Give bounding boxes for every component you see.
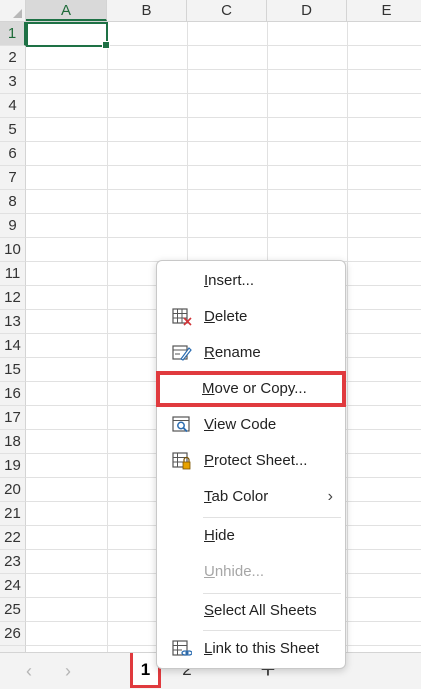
row-header-13[interactable]: 13 [0,310,26,334]
column-header-b[interactable]: B [107,0,187,21]
row-header-25[interactable]: 25 [0,598,26,622]
delete-sheet-icon [172,308,192,326]
menu-item-tab-color[interactable]: Tab Color › [159,480,343,514]
menu-item-label: Move or Copy... [202,380,307,397]
menu-item-rename[interactable]: Rename [159,336,343,370]
menu-item-hide[interactable]: Hide [159,519,343,553]
row-header-9[interactable]: 9 [0,214,26,238]
sheet-tab-context-menu: Insert... Delete Rename Move or Copy... [156,260,346,669]
gridline [26,189,421,190]
row-header-20[interactable]: 20 [0,478,26,502]
select-all-corner[interactable] [0,0,26,21]
row-header-4[interactable]: 4 [0,94,26,118]
gridline [26,237,421,238]
protect-sheet-lock-icon [172,452,191,470]
row-header-17[interactable]: 17 [0,406,26,430]
row-header-21[interactable]: 21 [0,502,26,526]
menu-item-delete[interactable]: Delete [159,300,343,334]
menu-item-insert[interactable]: Insert... [159,264,343,298]
menu-item-label: Unhide... [204,563,265,580]
menu-item-label: Insert... [204,272,255,289]
row-header-1[interactable]: 1 [0,22,26,46]
rename-sheet-icon [172,345,192,361]
gridline [26,165,421,166]
row-header-5[interactable]: 5 [0,118,26,142]
menu-item-label: Delete [204,308,248,325]
view-code-icon [172,416,190,433]
row-header-8[interactable]: 8 [0,190,26,214]
menu-item-label: Protect Sheet... [204,452,308,469]
row-header-14[interactable]: 14 [0,334,26,358]
gridline [26,141,421,142]
next-sheet-arrow-icon[interactable]: › [58,661,78,681]
gridline [26,69,421,70]
gridline [26,213,421,214]
gridline [26,117,421,118]
row-header-11[interactable]: 11 [0,262,26,286]
menu-item-move-or-copy[interactable]: Move or Copy... [156,371,346,407]
previous-sheet-arrow-icon[interactable]: ‹ [19,661,39,681]
menu-item-label: Link to this Sheet [204,640,320,657]
row-header-3[interactable]: 3 [0,70,26,94]
column-header-e[interactable]: E [347,0,421,21]
row-header-22[interactable]: 22 [0,526,26,550]
menu-item-unhide: Unhide... [159,555,343,589]
row-header-15[interactable]: 15 [0,358,26,382]
active-cell-a1[interactable] [26,22,110,49]
row-header-24[interactable]: 24 [0,574,26,598]
menu-item-select-all-sheets[interactable]: Select All Sheets [159,594,343,628]
menu-item-label: View Code [204,416,277,433]
menu-item-link-to-sheet[interactable]: Link to this Sheet [159,632,343,666]
column-header-d[interactable]: D [267,0,347,21]
gridline [26,93,421,94]
menu-item-protect-sheet[interactable]: Protect Sheet... [159,444,343,478]
menu-item-label: Tab Color [204,488,269,505]
row-header-6[interactable]: 6 [0,142,26,166]
column-header-c[interactable]: C [187,0,267,21]
fill-handle[interactable] [102,41,110,49]
menu-item-label: Select All Sheets [204,602,317,619]
column-header-a[interactable]: A [26,0,107,21]
chevron-right-icon: › [327,488,333,505]
row-header-18[interactable]: 18 [0,430,26,454]
row-header-2[interactable]: 2 [0,46,26,70]
link-sheet-icon [172,640,192,656]
row-header-23[interactable]: 23 [0,550,26,574]
row-header-26[interactable]: 26 [0,622,26,646]
menu-separator [203,517,341,518]
menu-item-label: Rename [204,344,261,361]
row-header-16[interactable]: 16 [0,382,26,406]
column-header-row: A B C D E [0,0,421,22]
row-header-19[interactable]: 19 [0,454,26,478]
menu-separator [203,630,341,631]
row-header-7[interactable]: 7 [0,166,26,190]
menu-item-view-code[interactable]: View Code [159,408,343,442]
row-header-10[interactable]: 10 [0,238,26,262]
row-header-12[interactable]: 12 [0,286,26,310]
menu-item-label: Hide [204,527,235,544]
